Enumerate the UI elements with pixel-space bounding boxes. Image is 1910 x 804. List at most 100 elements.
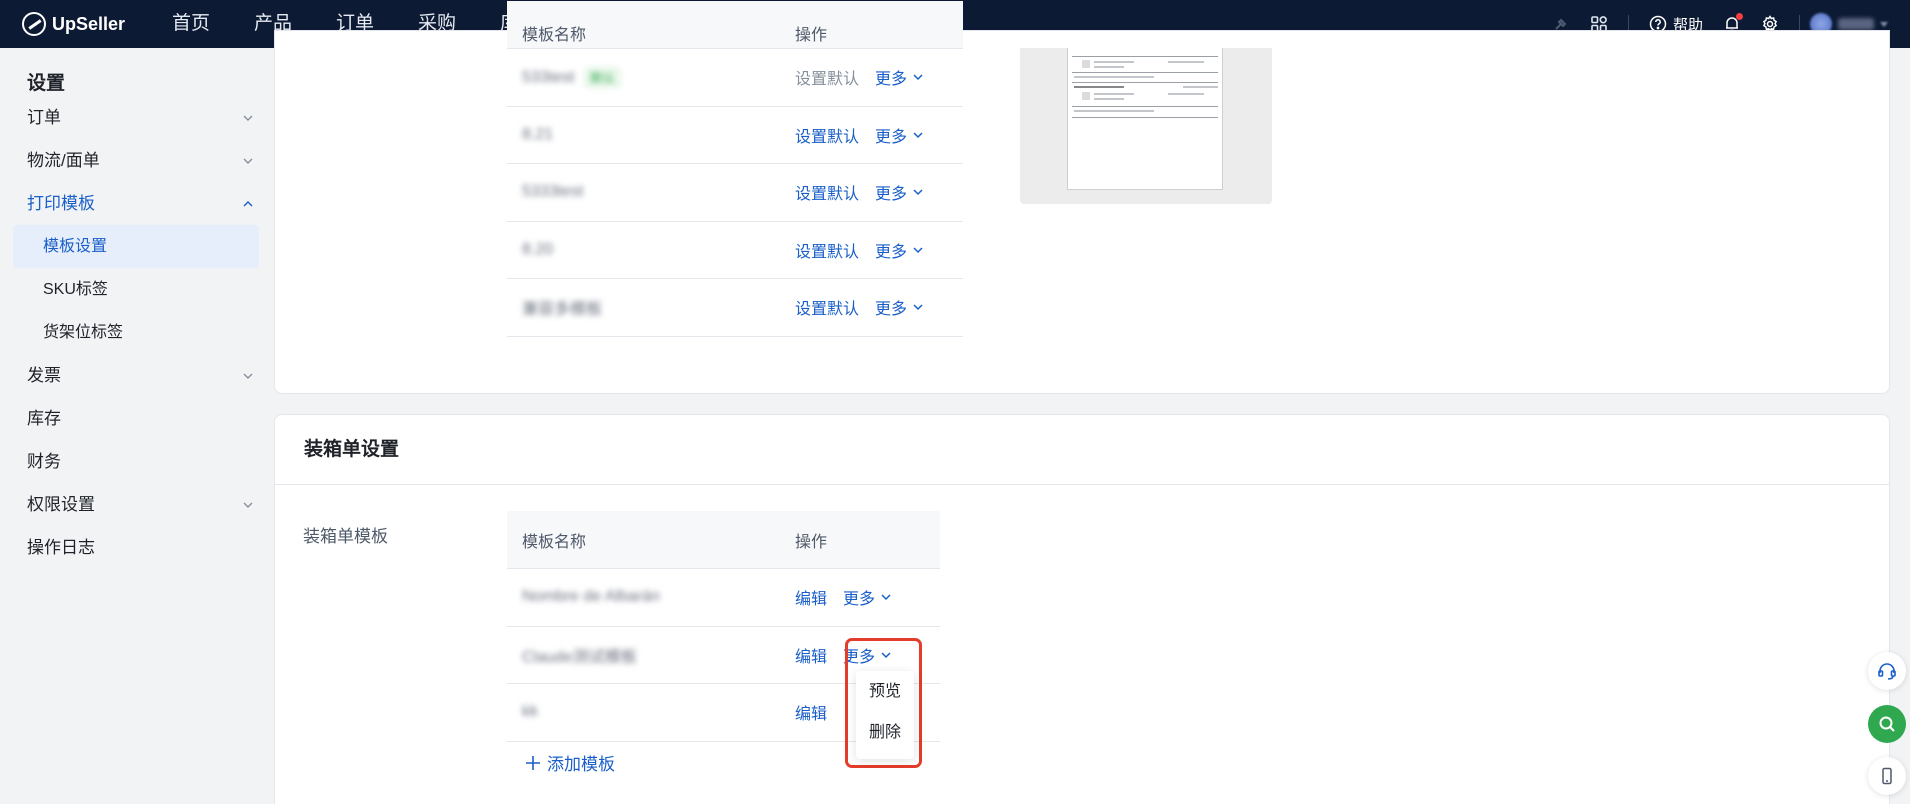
sidebar-item-permissions[interactable]: 权限设置 xyxy=(0,483,272,526)
sidebar-item-label: 财务 xyxy=(27,452,61,471)
sidebar-item-label: 权限设置 xyxy=(27,495,95,514)
table-row: 8.20 设置默认 更多 xyxy=(507,222,963,279)
template-name: 5333test xyxy=(522,183,584,201)
more-dropdown-highlight: 预览 删除 xyxy=(845,638,922,768)
action-cell: 设置默认 更多 xyxy=(795,123,924,147)
chevron-down-icon xyxy=(913,304,923,311)
floating-search-button[interactable] xyxy=(1868,705,1906,743)
template-name: 533test xyxy=(522,68,575,86)
sidebar-item-label: 打印模板 xyxy=(27,194,95,213)
headset-icon xyxy=(1878,663,1896,680)
packing-list-settings-card: 装箱单设置 模板名称 操作 Nombre de Albarán 编辑 更多 Cl… xyxy=(274,414,1890,804)
set-default-button[interactable]: 设置默认 xyxy=(795,180,859,204)
more-dropdown[interactable]: 更多 xyxy=(875,295,924,319)
template-name-cell: 8.20 xyxy=(507,241,795,259)
more-label: 更多 xyxy=(875,243,908,261)
sidebar-item-label: 操作日志 xyxy=(27,538,95,557)
more-dropdown[interactable]: 更多 xyxy=(843,585,892,609)
logo-text: UpSeller xyxy=(52,13,126,34)
template-name-cell: 兼容多模板 xyxy=(507,295,795,319)
upseller-logo[interactable]: UpSeller xyxy=(22,12,172,36)
template-name-cell: 533test 默认 xyxy=(507,66,795,88)
sidebar-item-label: 订单 xyxy=(27,108,61,127)
action-cell: 编辑 更多 xyxy=(795,585,892,609)
action-cell: 设置默认 更多 xyxy=(795,238,924,262)
sidebar-item-orders[interactable]: 订单 xyxy=(0,96,272,139)
template-name: 8.21 xyxy=(522,125,554,143)
sidebar-item-shelf-labels[interactable]: 货架位标签 xyxy=(13,311,259,354)
template-name-cell: Claude测试模板 xyxy=(507,643,795,667)
col-template-name: 模板名称 xyxy=(522,26,587,44)
menu-item-preview[interactable]: 预览 xyxy=(856,671,914,712)
more-dropdown[interactable]: 更多 xyxy=(875,238,924,262)
nav-home[interactable]: 首页 xyxy=(172,0,232,48)
more-dropdown[interactable]: 更多 xyxy=(875,123,924,147)
mobile-app-button[interactable] xyxy=(1868,757,1906,795)
template-name-cell: 5333test xyxy=(507,183,795,201)
sidebar-title: 设置 xyxy=(27,73,66,94)
set-default-disabled: 设置默认 xyxy=(795,71,860,89)
more-label: 更多 xyxy=(875,128,908,146)
menu-item-delete[interactable]: 删除 xyxy=(856,712,914,753)
chevron-down-icon xyxy=(243,502,253,508)
section-title: 装箱单设置 xyxy=(275,415,1889,485)
add-template-button[interactable]: 添加模板 xyxy=(525,750,615,775)
sidebar-item-invoice[interactable]: 发票 xyxy=(0,354,272,397)
sidebar-item-inventory[interactable]: 库存 xyxy=(0,397,272,440)
table-row: 兼容多模板 设置默认 更多 xyxy=(507,279,963,337)
chevron-up-icon xyxy=(243,201,253,207)
set-default-button[interactable]: 设置默认 xyxy=(795,123,859,147)
chevron-down-icon xyxy=(1880,21,1888,27)
sidebar-item-print-templates[interactable]: 打印模板 xyxy=(0,182,272,225)
col-template-name: 模板名称 xyxy=(522,533,587,551)
more-label: 更多 xyxy=(843,591,876,609)
more-label: 更多 xyxy=(875,186,908,204)
sidebar-item-operation-log[interactable]: 操作日志 xyxy=(0,526,272,569)
chevron-down-icon xyxy=(913,189,923,196)
chevron-down-icon xyxy=(243,373,253,379)
action-cell: 设置默认 更多 xyxy=(795,65,924,89)
table-row: 8.21 设置默认 更多 xyxy=(507,107,963,164)
template-name: 8.20 xyxy=(522,240,554,258)
set-default-button[interactable]: 设置默认 xyxy=(795,295,859,319)
upseller-logo-icon xyxy=(22,12,46,36)
edit-button[interactable]: 编辑 xyxy=(795,585,827,609)
search-icon xyxy=(1879,716,1895,732)
chevron-down-icon xyxy=(913,74,923,81)
template-preview-panel xyxy=(1020,48,1272,204)
chevron-down-icon xyxy=(881,594,891,601)
more-label: 更多 xyxy=(875,71,908,89)
chevron-down-icon xyxy=(243,115,253,121)
edit-button[interactable]: 编辑 xyxy=(795,643,827,667)
sidebar-item-finance[interactable]: 财务 xyxy=(0,440,272,483)
template-name: kk xyxy=(522,703,538,721)
action-cell: 设置默认 更多 xyxy=(795,180,924,204)
sidebar-item-sku-labels[interactable]: SKU标签 xyxy=(13,268,259,311)
customer-support-button[interactable] xyxy=(1868,652,1906,690)
table-header: 模板名称 操作 xyxy=(507,1,963,49)
chevron-down-icon xyxy=(913,247,923,253)
notification-dot xyxy=(1736,13,1743,20)
sidebar-item-label: 发票 xyxy=(27,366,61,385)
table-row: Nombre de Albarán 编辑 更多 xyxy=(507,569,940,627)
more-dropdown[interactable]: 更多 xyxy=(875,65,924,89)
plus-icon xyxy=(526,755,540,770)
template-name-cell: kk xyxy=(507,703,795,721)
default-badge: 默认 xyxy=(584,66,621,88)
add-template-label: 添加模板 xyxy=(547,755,615,774)
sidebar-item-logistics[interactable]: 物流/面单 xyxy=(0,139,272,182)
template-preview-image[interactable] xyxy=(1067,48,1223,190)
template-name-cell: 8.21 xyxy=(507,126,795,144)
sidebar-item-label: 物流/面单 xyxy=(27,151,100,170)
more-dropdown-menu: 预览 删除 xyxy=(856,671,914,759)
set-default-button[interactable]: 设置默认 xyxy=(795,238,859,262)
table-row: 533test 默认 设置默认 更多 xyxy=(507,49,963,107)
template-name: Nombre de Albarán xyxy=(522,588,660,606)
edit-button[interactable]: 编辑 xyxy=(795,700,827,724)
template-table: 模板名称 操作 533test 默认 设置默认 更多 8.21 设置默认 更多 5… xyxy=(507,1,963,337)
sidebar-item-template-settings[interactable]: 模板设置 xyxy=(13,225,259,268)
mobile-phone-icon xyxy=(1882,767,1892,785)
chevron-down-icon xyxy=(913,132,923,138)
more-dropdown[interactable]: 更多 xyxy=(875,180,924,204)
packing-template-label: 装箱单模板 xyxy=(303,527,388,546)
